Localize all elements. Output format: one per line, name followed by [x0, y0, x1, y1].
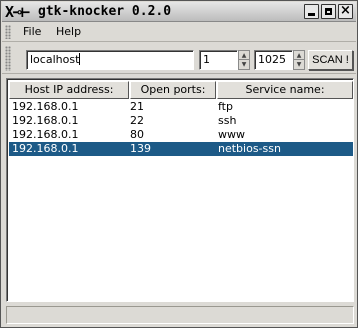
menubar-grip-handle[interactable]	[5, 25, 11, 39]
host-input-value: localhost	[30, 53, 80, 66]
column-header-service[interactable]: Service name:	[217, 81, 353, 99]
table-row-selected[interactable]: 192.168.0.1 139 netbios-ssn	[9, 142, 353, 156]
table-row[interactable]: 192.168.0.1 22 ssh	[9, 114, 353, 128]
maximize-button[interactable]	[321, 4, 336, 19]
cell-port: 139	[130, 142, 151, 155]
cell-host: 192.168.0.1	[12, 128, 79, 141]
toolbar-grip-handle[interactable]	[5, 46, 11, 71]
results-list[interactable]: Host IP address: Open ports: Service nam…	[6, 78, 354, 302]
app-window: X⊸⊢ gtk-knocker 0.2.0 × File Help localh…	[0, 0, 358, 328]
menu-file[interactable]: File	[21, 24, 43, 40]
maximize-icon	[325, 8, 332, 15]
cell-host: 192.168.0.1	[12, 114, 79, 127]
spin-up-icon[interactable]: ▲	[294, 51, 304, 60]
table-row[interactable]: 192.168.0.1 80 www	[9, 128, 353, 142]
cell-host: 192.168.0.1	[12, 142, 79, 155]
column-header-host[interactable]: Host IP address:	[9, 81, 129, 99]
toolbar: localhost 1 ▲ ▼ 1025 ▲ ▼ SCAN !	[2, 43, 356, 74]
app-logo-icon: X⊸⊢	[5, 3, 30, 21]
cell-service: ssh	[218, 114, 237, 127]
status-bar	[6, 306, 354, 324]
cell-host: 192.168.0.1	[12, 100, 79, 113]
scan-button[interactable]: SCAN !	[308, 50, 353, 70]
cell-service: netbios-ssn	[218, 142, 281, 155]
minimize-icon	[308, 13, 315, 16]
port-start-input[interactable]: 1	[199, 50, 238, 70]
cell-port: 21	[130, 100, 144, 113]
window-title: gtk-knocker 0.2.0	[38, 4, 172, 19]
host-input[interactable]: localhost	[26, 50, 194, 70]
menu-bar: File Help	[2, 22, 356, 42]
title-bar[interactable]: X⊸⊢ gtk-knocker 0.2.0 ×	[2, 2, 356, 22]
table-row[interactable]: 192.168.0.1 21 ftp	[9, 100, 353, 114]
port-end-spinner[interactable]: ▲ ▼	[293, 50, 305, 70]
spin-up-icon[interactable]: ▲	[239, 51, 249, 60]
cell-port: 22	[130, 114, 144, 127]
cell-service: www	[218, 128, 245, 141]
text-caret	[79, 53, 81, 65]
port-end-input[interactable]: 1025	[254, 50, 293, 70]
list-header: Host IP address: Open ports: Service nam…	[9, 81, 353, 99]
minimize-button[interactable]	[304, 4, 319, 19]
close-button[interactable]: ×	[338, 3, 353, 19]
cell-port: 80	[130, 128, 144, 141]
column-header-ports[interactable]: Open ports:	[130, 81, 216, 99]
close-icon: ×	[340, 3, 351, 18]
cell-service: ftp	[218, 100, 233, 113]
spin-down-icon[interactable]: ▼	[294, 60, 304, 69]
spin-down-icon[interactable]: ▼	[239, 60, 249, 69]
port-start-spinner[interactable]: ▲ ▼	[238, 50, 250, 70]
menu-help[interactable]: Help	[54, 24, 83, 40]
